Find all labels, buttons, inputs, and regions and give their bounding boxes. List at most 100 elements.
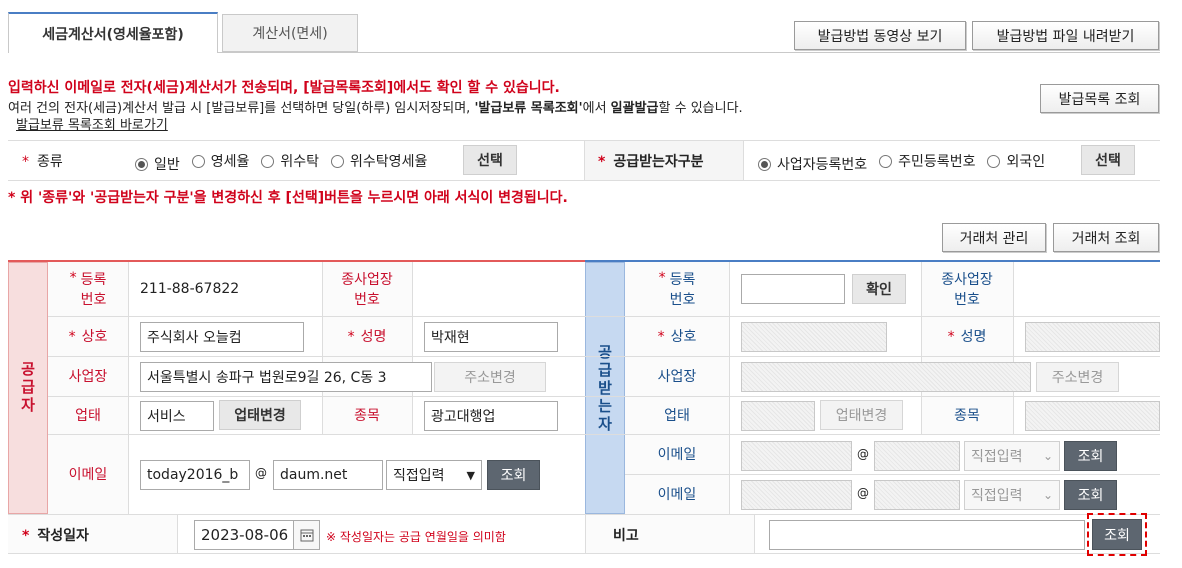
receiver-addr-change-button[interactable]: 주소변경 [1036,362,1119,392]
receiver-email1-domain-input[interactable] [874,441,960,471]
issue-list-button[interactable]: 발급목록 조회 [1040,84,1159,113]
receiver-email2-select[interactable]: 직접입력 ⌄ [964,480,1060,510]
date-input[interactable]: 2023-08-06 [194,520,294,550]
receiver-email2-id-input[interactable] [741,480,852,510]
supplier-reg-value: 211-88-67822 [140,281,240,297]
type-radio-normal[interactable]: 일반 [135,154,180,174]
receiver-email1-label: 이메일 [657,446,697,463]
recv-type-options: 사업자등록번호 주민등록번호 외국인 [758,151,1057,174]
supplier-rep-label: * 성명 [347,328,387,345]
supplier-addr-input[interactable]: 서울특별시 송파구 법원로9길 26, C동 3 [140,362,432,392]
hold-list-link[interactable]: 발급보류 목록조회 바로가기 [16,114,168,133]
date-label: * 작성일자 [22,528,89,544]
memo-input[interactable] [769,520,1085,550]
recv-type-label: * 공급받는자구분 [598,154,704,170]
type-radio-zero[interactable]: 영세율 [191,151,249,171]
receiver-item-input[interactable] [1025,401,1160,431]
supplier-email-select[interactable]: 직접입력 ▼ [386,460,482,490]
supplier-biz-label: 업태 [75,407,101,424]
receiver-email1-select-value: 직접입력 [971,449,1023,465]
supplier-name-label: * 상호 [68,328,108,345]
radio-icon [879,154,893,168]
memo-label-cell [585,515,755,553]
radio-icon [261,154,275,168]
grid-vline [729,262,730,514]
supplier-addr-label: 사업장 [68,368,108,385]
radio-icon [331,154,345,168]
chevron-down-icon: ⌄ [1042,488,1053,502]
supplier-email-domain-input[interactable]: daum.net [273,460,383,490]
grid-vline [412,262,413,434]
supplier-biz-input[interactable]: 서비스 [140,401,214,431]
receiver-biz-change-button[interactable]: 업태변경 [820,400,903,430]
radio-icon [987,154,1001,168]
change-warning: * 위 '종류'와 '공급받는자 구분'을 변경하신 후 [선택]버튼을 누르시… [8,190,568,206]
notice-line2-d: 일괄발급 [610,101,659,116]
chevron-down-icon: ⌄ [1042,449,1053,463]
receiver-addr-label: 사업장 [657,368,697,385]
receiver-email2-select-value: 직접입력 [971,488,1023,504]
date-note: ※ 작성일자는 공급 연월일을 의미함 [326,530,506,544]
supplier-item-input[interactable]: 광고대행업 [424,401,558,431]
email-at-sign: @ [857,486,869,500]
supplier-rep-input[interactable]: 박재현 [424,322,558,352]
type-row: * 종류 일반 영세율 위수탁 위수탁영세율 선택 * 공급받는자구분 사업자등록번호 주민… [0,141,1160,180]
tab-invoice-exempt[interactable]: 계산서(면세) [222,14,358,52]
recv-radio-business[interactable]: 사업자등록번호 [758,154,867,174]
email-at-sign: @ [255,466,267,480]
supplier-sub-label: 종사업장 번호 [341,272,393,308]
supplier-item-label: 종목 [354,407,380,424]
supplier-reg-label: * 등록 번호 [69,270,107,308]
supplier-side-label: 공급자 [21,360,35,414]
type-radio-consign[interactable]: 위수탁 [261,151,319,171]
receiver-biz-label: 업태 [664,407,690,424]
memo-search-button[interactable]: 조회 [1092,519,1142,550]
calendar-icon[interactable] [294,520,320,550]
receiver-reg-label: * 등록 번호 [658,270,696,308]
type-row-bottom-border [8,180,1160,181]
receiver-email2-domain-input[interactable] [874,480,960,510]
receiver-sub-label: 종사업장 번호 [941,272,993,308]
recv-radio-foreigner[interactable]: 외국인 [987,151,1045,171]
client-manage-button[interactable]: 거래처 관리 [942,223,1046,252]
type-radio-consign-zero[interactable]: 위수탁영세율 [331,151,427,171]
receiver-email1-id-input[interactable] [741,441,852,471]
receiver-name-label: * 상호 [657,328,697,345]
chevron-down-icon: ▼ [466,468,475,482]
email-at-sign: @ [857,447,869,461]
receiver-item-label: 종목 [954,407,980,424]
supplier-name-input[interactable]: 주식회사 오늘컴 [140,322,304,352]
radio-checked-icon [135,157,148,171]
notice-line2-c: 에서 [582,101,611,116]
receiver-reg-input[interactable] [741,274,845,304]
grid-line [8,514,1160,515]
receiver-email1-search-button[interactable]: 조회 [1064,441,1117,471]
receiver-email1-select[interactable]: 직접입력 ⌄ [964,441,1060,471]
memo-label: 비고 [613,528,639,544]
recv-radio-resident[interactable]: 주민등록번호 [879,151,975,171]
supplier-email-id-input[interactable]: today2016_b [140,460,250,490]
grid-line [8,553,1160,554]
type-select-button[interactable]: 선택 [463,145,517,175]
receiver-addr-input[interactable] [741,362,1031,392]
notice-line2-e: 할 수 있습니다. [658,101,743,116]
supplier-email-select-value: 직접입력 [393,468,445,484]
video-guide-button[interactable]: 발급방법 동영상 보기 [794,21,966,50]
receiver-email2-search-button[interactable]: 조회 [1064,480,1117,510]
receiver-rep-input[interactable] [1025,322,1160,352]
type-label: * 종류 [22,154,63,170]
receiver-name-input[interactable] [741,322,887,352]
receiver-email2-label: 이메일 [657,486,697,503]
tab-tax-invoice[interactable]: 세금계산서(영세율포함) [8,12,218,53]
receiver-confirm-button[interactable]: 확인 [852,274,906,304]
client-search-button[interactable]: 거래처 조회 [1053,223,1159,252]
receiver-biz-input[interactable] [741,401,815,431]
file-download-button[interactable]: 발급방법 파일 내려받기 [972,21,1159,50]
supplier-biz-change-button[interactable]: 업태변경 [219,400,301,430]
supplier-email-search-button[interactable]: 조회 [487,460,540,490]
notice-line2-b: '발급보류 목록조회' [474,101,583,116]
recv-select-button[interactable]: 선택 [1081,145,1135,175]
radio-checked-icon [758,157,771,171]
supplier-addr-change-button[interactable]: 주소변경 [434,362,546,392]
type-options: 일반 영세율 위수탁 위수탁영세율 [135,151,439,174]
